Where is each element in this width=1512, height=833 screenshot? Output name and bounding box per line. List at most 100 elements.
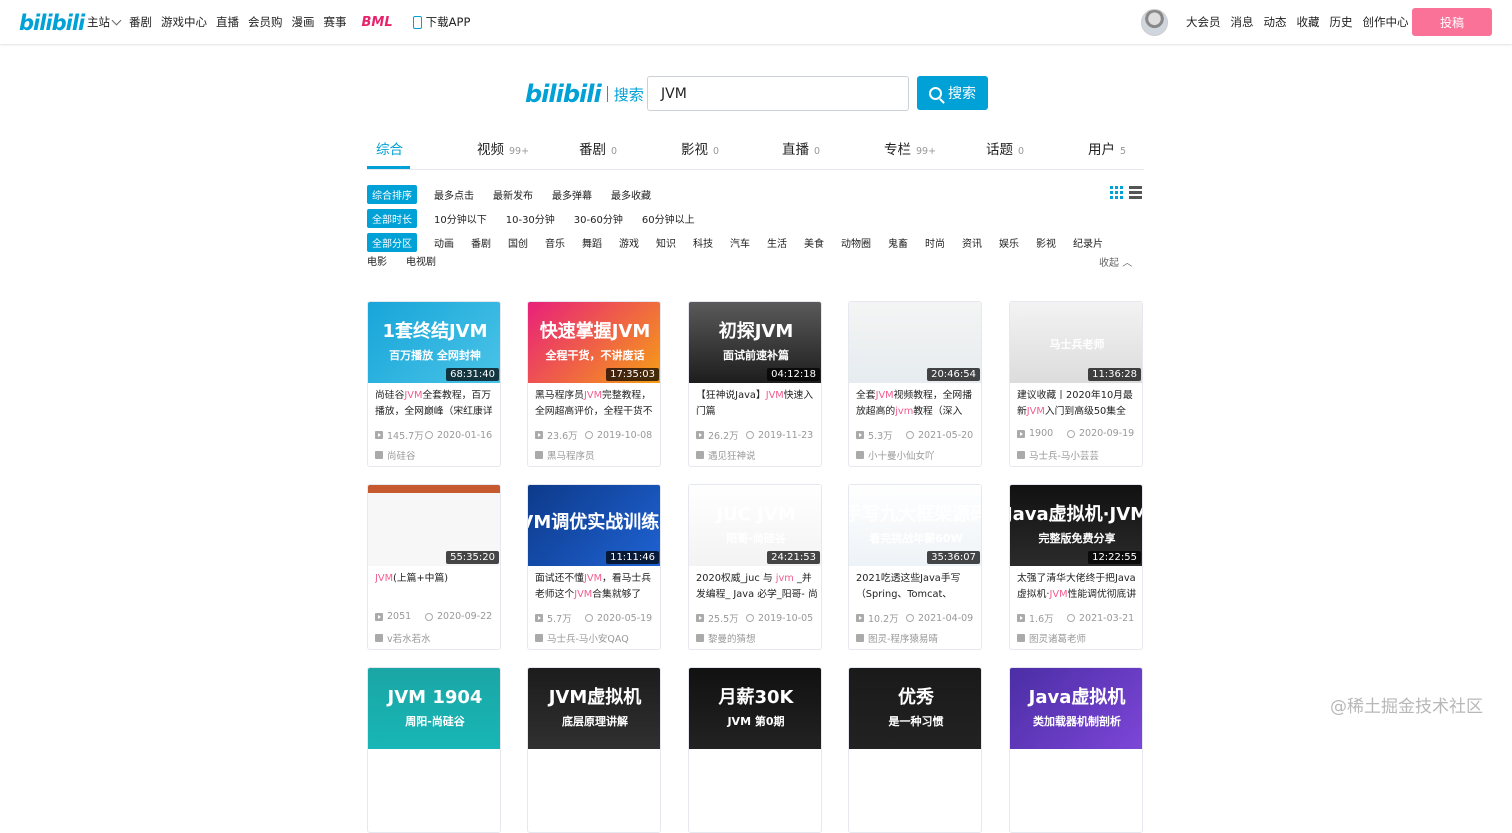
uploader[interactable]: 图灵-程序猿易晴 [856,631,938,645]
video-card[interactable]: 初探JVM 面试前速补篇 04:12:18 【狂神说Java】JVM快速入门篇 26.2… [688,301,822,467]
tab-article[interactable]: 专栏 99+ [884,138,936,158]
uploader[interactable]: 黎曼的猜想 [696,631,756,645]
filter-zone-item[interactable]: 动画 [434,235,454,250]
uploader[interactable]: 黑马程序员 [535,448,595,462]
nav-vip[interactable]: 大会员 [1186,14,1221,30]
filter-duration-30-60[interactable]: 30-60分钟 [574,211,623,226]
tab-bangumi[interactable]: 番剧 0 [579,138,617,158]
video-card[interactable]: Java虚拟机 类加载器机制剖析 [1009,667,1143,833]
filter-zone-tv[interactable]: 电视剧 [406,253,436,268]
filter-zone-item[interactable]: 动物圈 [841,235,871,250]
video-card[interactable]: 优秀 是一种习惯 [848,667,982,833]
tab-topic[interactable]: 话题 0 [986,138,1024,158]
nav-game-center[interactable]: 游戏中心 [161,14,207,30]
filter-order-default[interactable]: 综合排序 [367,185,417,204]
nav-favorites[interactable]: 收藏 [1297,14,1320,30]
filter-order-clicks[interactable]: 最多点击 [434,187,474,202]
tab-live[interactable]: 直播 0 [782,138,820,158]
video-thumbnail[interactable]: 手写九大框架源码 看完挑战年薪60W 35:36:07 [849,485,981,566]
video-thumbnail[interactable]: 1套终结JVM 百万播放 全网封神 68:31:40 [368,302,500,383]
search-button[interactable]: 搜索 [917,76,988,110]
filter-order-newest[interactable]: 最新发布 [493,187,533,202]
video-thumbnail[interactable]: Java虚拟机·JVM 完整版免费分享 12:22:55 [1010,485,1142,566]
nav-dynamics[interactable]: 动态 [1264,14,1287,30]
filter-zone-item[interactable]: 音乐 [545,235,565,250]
video-card[interactable]: 月薪30K JVM 第0期 [688,667,822,833]
uploader[interactable]: 尚硅谷 [375,448,416,462]
video-thumbnail[interactable]: 优秀 是一种习惯 [849,668,981,749]
filter-zone-item[interactable]: 生活 [767,235,787,250]
nav-creator-center[interactable]: 创作中心 [1363,14,1409,30]
video-thumbnail[interactable]: JVM调优实战训练营 11:11:46 [528,485,660,566]
nav-shop[interactable]: 会员购 [248,14,283,30]
grid-view-icon[interactable] [1110,186,1123,199]
filter-duration-under10[interactable]: 10分钟以下 [434,211,487,226]
video-card[interactable]: 1套终结JVM 百万播放 全网封神 68:31:40 尚硅谷JVM全套教程，百万播放，… [367,301,501,467]
nav-live[interactable]: 直播 [216,14,239,30]
filter-zone-item[interactable]: 娱乐 [999,235,1019,250]
filter-zone-all[interactable]: 全部分区 [367,233,417,252]
video-thumbnail[interactable]: Java虚拟机 类加载器机制剖析 [1010,668,1142,749]
tab-video[interactable]: 视频 99+ [477,138,529,158]
filter-duration-over60[interactable]: 60分钟以上 [642,211,695,226]
video-card[interactable]: JVM 1904 周阳-尚硅谷 [367,667,501,833]
uploader[interactable]: 马士兵-马小芸芸 [1017,448,1099,462]
video-title[interactable]: 全套JVM视频教程，全网播放超高的jvm教程（深入 [856,388,978,422]
uploader[interactable]: 小十曼小仙女吖 [856,448,935,462]
filter-order-favorites[interactable]: 最多收藏 [611,187,651,202]
avatar[interactable] [1141,9,1168,36]
uploader[interactable]: 遇见狂神说 [696,448,756,462]
filter-zone-item[interactable]: 科技 [693,235,713,250]
video-title[interactable]: 建议收藏丨2020年10月最新JVM入门到高级50集全 [1017,388,1139,422]
video-thumbnail[interactable]: 马士兵老师 11:36:28 [1010,302,1142,383]
video-card[interactable]: 快速掌握JVM 全程干货，不讲废话 17:35:03 黑马程序员JVM完整教程，全网超… [527,301,661,467]
video-title[interactable]: 尚硅谷JVM全套教程，百万播放，全网巅峰（宋红康详 [375,388,497,422]
filter-zone-item[interactable]: 时尚 [925,235,945,250]
filter-zone-item[interactable]: 游戏 [619,235,639,250]
video-card[interactable]: 55:35:20 JVM(上篇+中篇) 2051 2020-09-22 v若水若水 [367,484,501,650]
video-title[interactable]: JVM(上篇+中篇) [375,571,497,605]
filter-zone-item[interactable]: 美食 [804,235,824,250]
video-thumbnail[interactable]: 月薪30K JVM 第0期 [689,668,821,749]
nav-main-site[interactable]: 主站 [87,14,122,30]
video-card[interactable]: JUC JVM 阳哥-尚硅谷 24:21:53 2020权威_juc 与 jvm _并… [688,484,822,650]
video-thumbnail[interactable]: 20:46:54 [849,302,981,383]
nav-bml[interactable]: BML [362,15,393,30]
uploader[interactable]: 马士兵-马小安QAQ [535,631,629,645]
upload-button[interactable]: 投稿 [1412,8,1492,36]
video-thumbnail[interactable]: 55:35:20 [368,485,500,566]
nav-messages[interactable]: 消息 [1231,14,1254,30]
list-view-icon[interactable] [1129,186,1142,199]
video-card[interactable]: 手写九大框架源码 看完挑战年薪60W 35:36:07 2021吃透这些Java手写（… [848,484,982,650]
filter-zone-item[interactable]: 汽车 [730,235,750,250]
filter-zone-item[interactable]: 知识 [656,235,676,250]
nav-esports[interactable]: 赛事 [324,14,347,30]
tab-film[interactable]: 影视 0 [681,138,719,158]
video-title[interactable]: 【狂神说Java】JVM快速入门篇 [696,388,818,422]
video-card[interactable]: JVM调优实战训练营 11:11:46 面试还不懂JVM，看马士兵老师这个JVM合集… [527,484,661,650]
video-thumbnail[interactable]: JVM虚拟机 底层原理讲解 [528,668,660,749]
tab-all[interactable]: 综合 [376,138,403,158]
filter-zone-item[interactable]: 纪录片 [1073,235,1103,250]
collapse-toggle[interactable]: 收起 ︿ [1099,254,1132,269]
filter-zone-item[interactable]: 舞蹈 [582,235,602,250]
video-thumbnail[interactable]: 初探JVM 面试前速补篇 04:12:18 [689,302,821,383]
bilibili-logo[interactable]: bilibili [19,9,85,36]
nav-download-app[interactable]: 下载APP [412,14,470,30]
filter-zone-item[interactable]: 鬼畜 [888,235,908,250]
video-card[interactable]: 20:46:54 全套JVM视频教程，全网播放超高的jvm教程（深入 5.3万 202… [848,301,982,467]
filter-duration-10-30[interactable]: 10-30分钟 [506,211,555,226]
filter-duration-all[interactable]: 全部时长 [367,209,417,228]
video-title[interactable]: 2021吃透这些Java手写（Spring、Tomcat、 [856,571,978,605]
uploader[interactable]: 图灵诸葛老师 [1017,631,1086,645]
filter-zone-item[interactable]: 番剧 [471,235,491,250]
tab-user[interactable]: 用户 5 [1088,138,1126,158]
video-card[interactable]: 马士兵老师 11:36:28 建议收藏丨2020年10月最新JVM入门到高级50集全… [1009,301,1143,467]
filter-zone-item[interactable]: 影视 [1036,235,1056,250]
filter-zone-item[interactable]: 国创 [508,235,528,250]
video-title[interactable]: 面试还不懂JVM，看马士兵老师这个JVM合集就够了 [535,571,657,605]
filter-order-danmaku[interactable]: 最多弹幕 [552,187,592,202]
video-thumbnail[interactable]: 快速掌握JVM 全程干货，不讲废话 17:35:03 [528,302,660,383]
nav-history[interactable]: 历史 [1330,14,1353,30]
nav-anime[interactable]: 番剧 [129,14,152,30]
